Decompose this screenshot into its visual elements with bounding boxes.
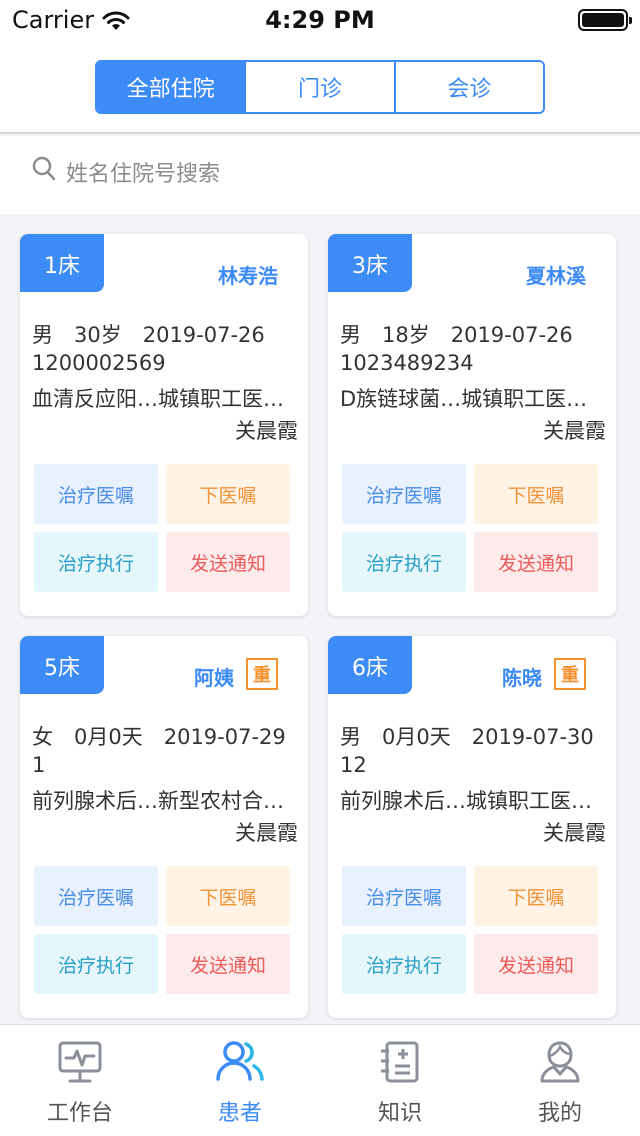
monitor-icon bbox=[56, 1037, 104, 1087]
treatment-execute-button[interactable]: 治疗执行 bbox=[342, 532, 466, 592]
place-order-button[interactable]: 下医嘱 bbox=[474, 866, 598, 926]
treatment-orders-button[interactable]: 治疗医嘱 bbox=[34, 464, 158, 524]
card-actions: 治疗医嘱 下医嘱 治疗执行 发送通知 bbox=[34, 464, 290, 592]
diagnosis-insurance: 血清反应阳…城镇职工医… bbox=[32, 387, 284, 411]
admission-number: 12 bbox=[340, 753, 367, 777]
header: 全部住院 门诊 会诊 bbox=[0, 40, 640, 134]
critical-badge: 重 bbox=[554, 658, 586, 690]
send-notification-button[interactable]: 发送通知 bbox=[166, 934, 290, 994]
place-order-button[interactable]: 下医嘱 bbox=[166, 464, 290, 524]
patient-name: 林寿浩 bbox=[218, 264, 278, 288]
treatment-execute-button[interactable]: 治疗执行 bbox=[34, 934, 158, 994]
patient-list: 1床 林寿浩 男 30岁 2019-07-26 1200002569 血清反应阳… bbox=[20, 234, 616, 1018]
tab-label: 知识 bbox=[377, 1101, 422, 1126]
card-actions: 治疗医嘱 下医嘱 治疗执行 发送通知 bbox=[342, 866, 598, 994]
tab-label: 患者 bbox=[217, 1101, 262, 1126]
patients-icon bbox=[214, 1037, 266, 1087]
attending-doctor: 关晨霞 bbox=[543, 821, 606, 845]
admission-number: 1023489234 bbox=[340, 351, 474, 375]
patient-name: 阿姨 bbox=[194, 666, 234, 690]
segment-consultation[interactable]: 会诊 bbox=[393, 62, 543, 112]
card-actions: 治疗医嘱 下医嘱 治疗执行 发送通知 bbox=[34, 866, 290, 994]
tab-bar: 工作台 患者 知识 我的 bbox=[0, 1024, 640, 1136]
tab-workbench[interactable]: 工作台 bbox=[0, 1025, 160, 1136]
patient-demographics: 女 0月0天 2019-07-29 bbox=[32, 725, 286, 749]
attending-doctor: 关晨霞 bbox=[235, 821, 298, 845]
diagnosis-insurance: D族链球菌…城镇职工医… bbox=[340, 387, 588, 411]
send-notification-button[interactable]: 发送通知 bbox=[474, 934, 598, 994]
patient-card[interactable]: 5床 阿姨 重 女 0月0天 2019-07-29 1 前列腺术后…新型农村合…… bbox=[20, 636, 308, 1018]
critical-badge: 重 bbox=[246, 658, 278, 690]
treatment-orders-button[interactable]: 治疗医嘱 bbox=[342, 464, 466, 524]
send-notification-button[interactable]: 发送通知 bbox=[166, 532, 290, 592]
battery-icon bbox=[578, 9, 632, 31]
place-order-button[interactable]: 下医嘱 bbox=[474, 464, 598, 524]
patient-demographics: 男 30岁 2019-07-26 bbox=[32, 323, 265, 347]
status-bar: Carrier 4:29 PM bbox=[0, 0, 640, 40]
attending-doctor: 关晨霞 bbox=[235, 419, 298, 443]
diagnosis-insurance: 前列腺术后…城镇职工医… bbox=[340, 789, 592, 813]
treatment-execute-button[interactable]: 治疗执行 bbox=[342, 934, 466, 994]
search-bar bbox=[0, 136, 640, 214]
tab-patients[interactable]: 患者 bbox=[160, 1025, 320, 1136]
clock: 4:29 PM bbox=[265, 6, 375, 34]
patient-name: 陈晓 bbox=[502, 666, 542, 690]
bed-number: 1床 bbox=[20, 234, 104, 292]
search-icon bbox=[32, 156, 56, 186]
place-order-button[interactable]: 下医嘱 bbox=[166, 866, 290, 926]
treatment-orders-button[interactable]: 治疗医嘱 bbox=[34, 866, 158, 926]
patient-demographics: 男 18岁 2019-07-26 bbox=[340, 323, 573, 347]
knowledge-icon bbox=[377, 1037, 423, 1087]
attending-doctor: 关晨霞 bbox=[543, 419, 606, 443]
bed-number: 6床 bbox=[328, 636, 412, 694]
bed-number: 3床 bbox=[328, 234, 412, 292]
bed-number: 5床 bbox=[20, 636, 104, 694]
patient-card[interactable]: 3床 夏林溪 男 18岁 2019-07-26 1023489234 D族链球菌… bbox=[328, 234, 616, 616]
tab-label: 我的 bbox=[537, 1101, 582, 1126]
patient-name: 夏林溪 bbox=[526, 264, 586, 288]
segment-outpatient[interactable]: 门诊 bbox=[244, 62, 394, 112]
tab-label: 工作台 bbox=[46, 1101, 113, 1126]
segment-all-inpatient[interactable]: 全部住院 bbox=[97, 62, 245, 112]
patient-card[interactable]: 6床 陈晓 重 男 0月0天 2019-07-30 12 前列腺术后…城镇职工医… bbox=[328, 636, 616, 1018]
patient-card[interactable]: 1床 林寿浩 男 30岁 2019-07-26 1200002569 血清反应阳… bbox=[20, 234, 308, 616]
segmented-control: 全部住院 门诊 会诊 bbox=[95, 60, 545, 114]
tab-profile[interactable]: 我的 bbox=[480, 1025, 640, 1136]
send-notification-button[interactable]: 发送通知 bbox=[474, 532, 598, 592]
admission-number: 1 bbox=[32, 753, 46, 777]
search-input[interactable] bbox=[66, 150, 606, 198]
diagnosis-insurance: 前列腺术后…新型农村合… bbox=[32, 789, 284, 813]
treatment-execute-button[interactable]: 治疗执行 bbox=[34, 532, 158, 592]
profile-icon bbox=[537, 1037, 583, 1087]
tab-knowledge[interactable]: 知识 bbox=[320, 1025, 480, 1136]
treatment-orders-button[interactable]: 治疗医嘱 bbox=[342, 866, 466, 926]
admission-number: 1200002569 bbox=[32, 351, 166, 375]
patient-demographics: 男 0月0天 2019-07-30 bbox=[340, 725, 594, 749]
card-actions: 治疗医嘱 下医嘱 治疗执行 发送通知 bbox=[342, 464, 598, 592]
